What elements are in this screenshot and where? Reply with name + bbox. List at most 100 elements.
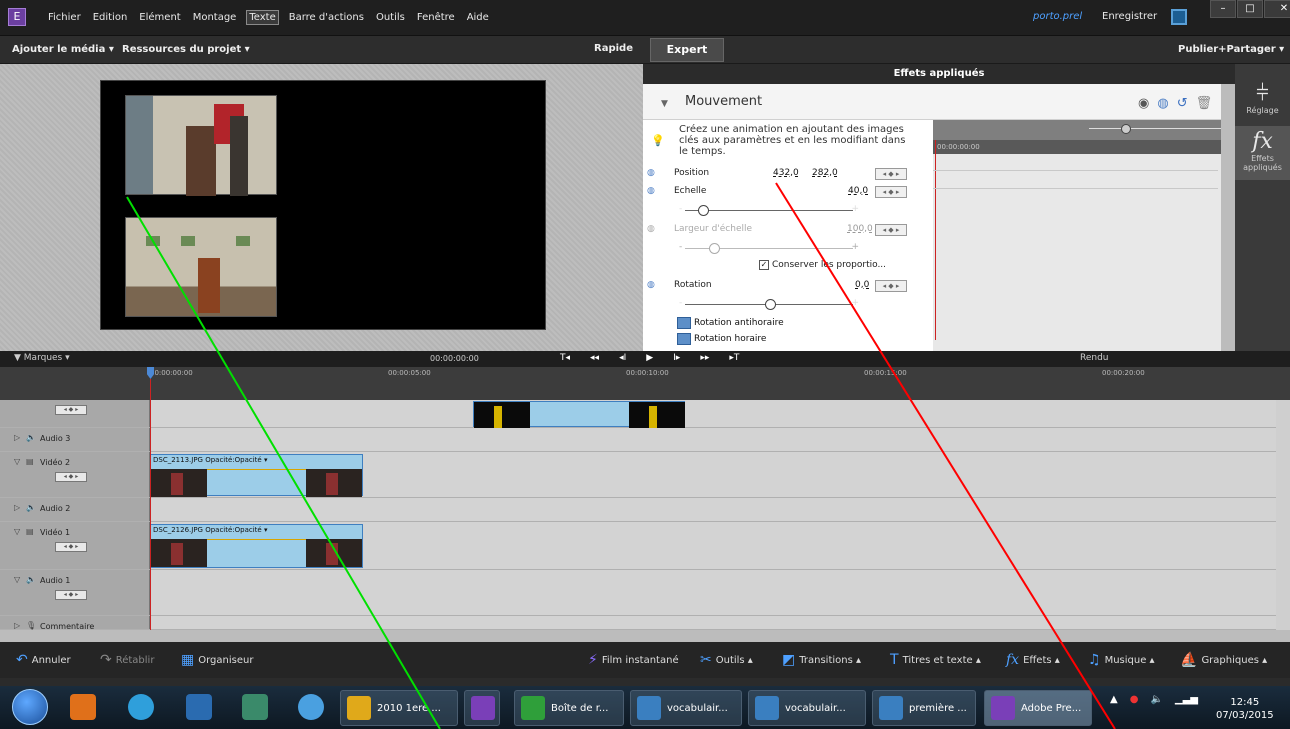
viewer-icon[interactable] [242,694,268,720]
playback-button-1[interactable]: ◂◂ [590,353,599,363]
track-header[interactable]: ▽ ▤ Vidéo 1 ◂ ◆ ▸ [0,522,150,569]
track-header[interactable]: ◂ ◆ ▸ [0,400,150,427]
organizer-button[interactable]: ▦ Organiseur [181,652,253,668]
timeline-vertical-scrollbar[interactable] [1276,400,1290,632]
keyframe-nav[interactable]: ◂ ◆ ▸ [55,590,87,600]
picasa-icon[interactable] [128,694,154,720]
timeline-horizontal-scrollbar[interactable] [0,630,1290,642]
scale-slider[interactable]: - + [679,204,859,216]
keyframe-nav[interactable]: ◂ ◆ ▸ [875,280,907,292]
antivirus-icon[interactable]: ● [1130,694,1139,705]
expand-triangle-icon[interactable]: ▽ [14,527,20,536]
keyframe-nav[interactable]: ◂ ◆ ▸ [875,168,907,180]
taskbar-task[interactable]: vocabulair... [630,690,742,726]
menu-item-barre-d-actions[interactable]: Barre d'actions [287,11,366,24]
menu-item-elément[interactable]: Elément [137,11,182,24]
minimize-button[interactable]: – [1210,0,1236,18]
app-logo-icon[interactable]: E [8,8,26,26]
minus-icon[interactable]: - [679,204,682,214]
slider-knob[interactable] [697,205,709,216]
adjust-button[interactable]: ⫩ Réglage [1235,82,1290,116]
rotation-slider[interactable]: - + [679,298,859,310]
instant-movie-button[interactable]: ⚡ Film instantané [588,652,679,668]
slider-knob[interactable] [1121,124,1131,134]
menu-item-fen-tre[interactable]: Fenêtre [415,11,457,24]
position-x-value[interactable]: 432,0 [773,168,799,178]
taskbar-task[interactable]: vocabulair... [748,690,866,726]
taskbar-task[interactable]: Adobe Pre... [984,690,1092,726]
expand-triangle-icon[interactable]: ▷ [14,433,20,442]
playback-button-4[interactable]: I▸ [673,353,680,363]
expand-triangle-icon[interactable]: ▷ [14,621,20,630]
menu-item-aide[interactable]: Aide [465,11,491,24]
taskbar-clock[interactable]: 12:45 07/03/2015 [1216,696,1274,722]
project-resources-button[interactable]: Ressources du projet ▾ [122,44,250,55]
stopwatch-icon[interactable]: ◍ [647,186,655,196]
add-media-button[interactable]: Ajouter le média ▾ [12,44,114,55]
network-icon[interactable]: ▁▃▅ [1175,694,1198,705]
keyframe-timeline[interactable]: 00:00:00:00 [933,120,1257,351]
playback-button-0[interactable]: T◂ [560,353,570,363]
markers-menu[interactable]: ▼ Marques ▾ [14,353,70,363]
media-player-icon[interactable] [70,694,96,720]
rotate-ccw-button[interactable]: Rotation antihoraire [677,317,784,329]
keep-proportions-checkbox[interactable]: ✓ Conserver les proportio... [759,260,886,270]
expert-mode-tab[interactable]: Expert [650,38,724,62]
track-header[interactable]: ▷ 🎙 Commentaire [0,616,150,631]
plus-icon[interactable]: + [851,298,859,308]
track-audio[interactable]: ▷ 🔈 Audio 2 [0,498,1276,522]
stopwatch-icon[interactable]: ◍ [647,280,655,290]
reset-icon[interactable]: ↺ [1177,96,1188,111]
minus-icon[interactable]: - [679,298,682,308]
quick-mode-tab[interactable]: Rapide [594,43,633,54]
maximize-button[interactable]: □ [1237,0,1263,18]
music-button[interactable]: ♫ Musique ▴ [1088,652,1155,668]
tools-button[interactable]: ✂ Outils ▴ [700,652,753,668]
track-header[interactable]: ▷ 🔈 Audio 2 [0,498,150,521]
menu-item-edition[interactable]: Edition [91,11,130,24]
playback-button-3[interactable]: ▶ [646,353,653,363]
start-button-icon[interactable] [12,689,48,725]
vertical-scrollbar[interactable] [1221,84,1235,351]
track-video[interactable]: ▽ ▤ Vidéo 2 ◂ ◆ ▸ DSC_2113.JPG Opacité:Opaci… [0,452,1276,498]
timeline-ruler[interactable]: 00:00:00:00 00:00:05:00 00:00:10:00 00:00:1… [0,367,1290,400]
video-clip[interactable]: DSC_2126.JPG Opacité:Opacité ▾ [150,524,363,568]
save-button[interactable]: Enregistrer [1102,11,1157,22]
graphics-button[interactable]: ⛵ Graphiques ▴ [1180,652,1267,668]
close-button[interactable]: ✕ [1264,0,1290,18]
track-video[interactable]: ▽ ▤ Vidéo 1 ◂ ◆ ▸ DSC_2126.JPG Opacité:Opaci… [0,522,1276,570]
render-button[interactable]: Rendu [1080,353,1109,363]
track-header[interactable]: ▷ 🔈 Audio 3 [0,428,150,451]
playback-button-5[interactable]: ▸▸ [700,353,709,363]
taskbar-task[interactable] [464,690,500,726]
keyframe-nav[interactable]: ◂ ◆ ▸ [55,472,87,482]
taskbar-task[interactable]: première ... [872,690,976,726]
playback-button-2[interactable]: ◂I [619,353,626,363]
publish-share-button[interactable]: Publier+Partager ▾ [1178,44,1284,55]
keyframe-nav[interactable]: ◂ ◆ ▸ [875,224,907,236]
collapse-arrow-icon[interactable]: ▼ [661,99,668,109]
browser-icon[interactable] [298,694,324,720]
eye-icon[interactable]: ◉ [1138,96,1149,111]
volume-icon[interactable]: 🔈 [1150,694,1162,705]
fullscreen-icon[interactable] [1171,9,1187,25]
scale-value[interactable]: 40,0 [848,186,868,196]
effects-button[interactable]: fx Effets ▴ [1006,652,1060,668]
menu-item-fichier[interactable]: Fichier [46,11,83,24]
taskbar-task[interactable]: 2010 1ere ... [340,690,458,726]
keyframe-nav[interactable]: ◂ ◆ ▸ [875,186,907,198]
undo-button[interactable]: ↶ Annuler [16,652,71,668]
position-y-value[interactable]: 282,0 [812,168,838,178]
titles-button[interactable]: T Titres et texte ▴ [890,652,981,668]
track-mic[interactable]: ▷ 🎙 Commentaire [0,616,1276,631]
trash-icon[interactable]: 🗑 [1196,96,1213,111]
playback-button-6[interactable]: ▸T [729,353,739,363]
book-icon[interactable] [186,694,212,720]
expand-triangle-icon[interactable]: ▷ [14,503,20,512]
track-header[interactable]: ▽ ▤ Vidéo 2 ◂ ◆ ▸ [0,452,150,497]
taskbar-task[interactable]: Boîte de r... [514,690,624,726]
keyframe-nav[interactable]: ◂ ◆ ▸ [55,542,87,552]
expand-triangle-icon[interactable]: ▽ [14,575,20,584]
checkmark-icon[interactable]: ✓ [759,260,769,270]
rotation-value[interactable]: 0,0 [855,280,869,290]
